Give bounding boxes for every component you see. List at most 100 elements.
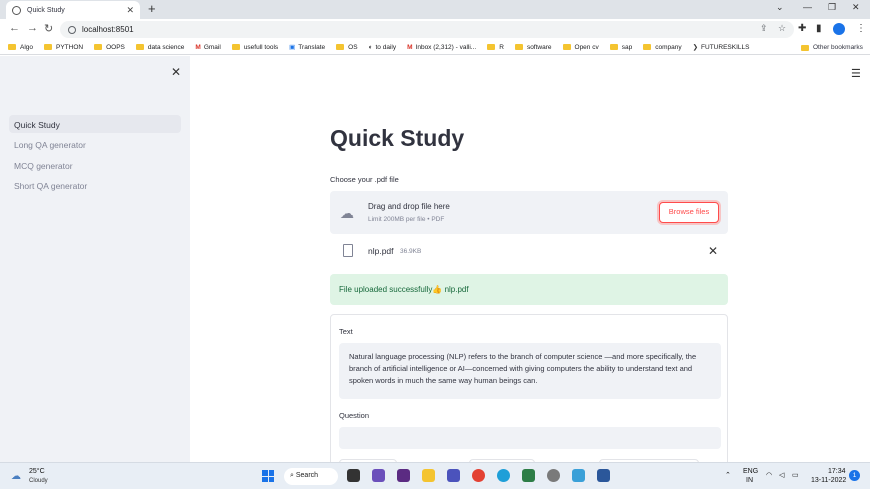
bookmark-item[interactable]: ◐ to daily	[369, 44, 397, 51]
hamburger-menu-icon[interactable]: ☰	[851, 67, 861, 80]
file-icon	[343, 244, 353, 257]
bookmark-item[interactable]: M Inbox (2,312) - valli...	[407, 44, 476, 51]
share-icon[interactable]: ⇪	[760, 23, 768, 34]
teams-icon[interactable]	[447, 469, 460, 482]
browser-tab[interactable]: Quick Study ✕	[6, 1, 140, 19]
tab-title: Quick Study	[27, 6, 65, 14]
clock-time[interactable]: 17:34	[828, 468, 846, 475]
bookmark-item[interactable]: PYTHON	[44, 44, 83, 51]
profile-avatar[interactable]	[833, 23, 845, 35]
menu-dots-icon[interactable]: ⋮	[856, 23, 866, 34]
folder-icon	[487, 44, 496, 50]
chevron-up-icon[interactable]: ⌃	[725, 471, 731, 479]
bookmark-item[interactable]: Open cv	[562, 44, 599, 51]
reload-icon[interactable]: ↻	[44, 22, 53, 35]
browser-titlebar: Quick Study ✕ + ⌄ — ❐ ✕	[0, 0, 870, 19]
bookmark-item[interactable]: ❯ FUTURESKILLS	[693, 43, 750, 52]
clock-date[interactable]: 13-11-2022	[811, 477, 846, 484]
new-tab-button[interactable]: +	[148, 1, 156, 16]
question-label: Question	[339, 411, 370, 420]
bookmark-item[interactable]: ▣ Translate	[289, 43, 325, 52]
remove-file-icon[interactable]: ✕	[708, 244, 718, 258]
sidebar: ✕ Quick Study Long QA generator MCQ gene…	[0, 56, 190, 462]
folder-icon	[801, 44, 809, 51]
maximize-button[interactable]: ❐	[828, 2, 836, 13]
extensions-icon[interactable]: ✚	[798, 23, 806, 34]
bookmark-item[interactable]: OS	[336, 44, 358, 51]
weather-desc[interactable]: Cloudy	[29, 478, 48, 484]
bookmark-item[interactable]: OOPS	[94, 44, 125, 51]
taskbar-search[interactable]: ⌕ Search	[284, 468, 338, 485]
close-tab-icon[interactable]: ✕	[126, 5, 134, 16]
cloud-upload-icon: ☁	[340, 205, 354, 221]
word-icon[interactable]	[597, 469, 610, 482]
app-icon[interactable]	[397, 469, 410, 482]
bookmark-item[interactable]: M Gmail	[195, 44, 220, 51]
bookmark-item[interactable]: data science	[135, 44, 184, 51]
folder-icon	[94, 44, 103, 50]
gmail-icon: M	[195, 43, 201, 51]
bookmark-item[interactable]: usefull tools	[231, 44, 278, 51]
browse-files-button[interactable]: Browse files	[659, 202, 719, 223]
translate-icon: ▣	[289, 44, 296, 51]
forward-icon[interactable]: →	[27, 22, 38, 34]
back-icon[interactable]: ←	[9, 22, 20, 34]
address-bar[interactable]: localhost:8501	[60, 21, 794, 38]
bookmark-item[interactable]: R	[487, 44, 504, 51]
folder-icon	[609, 44, 618, 50]
qa-form: Text Natural language processing (NLP) r…	[330, 314, 728, 474]
text-area[interactable]: Natural language processing (NLP) refers…	[339, 343, 721, 399]
chat-icon[interactable]	[372, 469, 385, 482]
url-text: localhost:8501	[82, 25, 134, 34]
sidebar-item-mcq[interactable]: MCQ generator	[9, 156, 181, 174]
success-alert: File uploaded successfully👍 nlp.pdf	[330, 274, 728, 305]
language-code[interactable]: ENG	[743, 468, 758, 475]
cloud-icon: ☁	[11, 471, 21, 482]
dropzone-limit: Limit 200MB per file • PDF	[368, 216, 445, 223]
other-bookmarks[interactable]: Other bookmarks	[801, 40, 863, 55]
wifi-icon[interactable]: ◠	[766, 471, 772, 479]
battery-icon[interactable]: ▭	[792, 471, 799, 479]
region-code[interactable]: IN	[746, 477, 753, 484]
browser-toolbar: ← → ↻ localhost:8501	[0, 19, 870, 40]
task-view-icon[interactable]	[347, 469, 360, 482]
folder-icon	[514, 44, 523, 50]
file-name: nlp.pdf	[368, 246, 394, 256]
minimize-button[interactable]: —	[803, 2, 812, 12]
taskbar: ☁ 25°C Cloudy ⌕ Search ⌃ ENG IN ◠ ◁ ▭ 17…	[0, 462, 870, 489]
site-info-icon[interactable]	[68, 25, 76, 34]
folder-icon	[643, 44, 652, 50]
edge-icon[interactable]	[497, 469, 510, 482]
sidebar-item-quick-study[interactable]: Quick Study	[9, 115, 181, 133]
bookmark-item[interactable]: company	[643, 44, 682, 51]
todaily-icon: ◐	[368, 43, 373, 51]
close-window-button[interactable]: ✕	[852, 2, 860, 13]
file-size: 36.9KB	[400, 248, 422, 255]
app-icon[interactable]	[522, 469, 535, 482]
windows-start-icon[interactable]	[262, 470, 274, 482]
sidebar-item-short-qa[interactable]: Short QA generator	[9, 176, 181, 194]
close-sidebar-icon[interactable]: ✕	[171, 65, 181, 79]
bookmark-item[interactable]: software	[514, 44, 552, 51]
chrome-icon[interactable]	[472, 469, 485, 482]
bookmark-star-icon[interactable]: ☆	[778, 23, 786, 34]
file-dropzone[interactable]: ☁ Drag and drop file here Limit 200MB pe…	[330, 191, 728, 234]
text-label: Text	[339, 327, 353, 336]
weather-temp[interactable]: 25°C	[29, 468, 45, 475]
folder-icon	[336, 44, 345, 50]
file-explorer-icon[interactable]	[422, 469, 435, 482]
question-input[interactable]	[339, 427, 721, 449]
settings-icon[interactable]	[547, 469, 560, 482]
notification-badge[interactable]: 1	[849, 470, 860, 481]
tab-search-icon[interactable]: ⌄	[776, 2, 784, 13]
side-panel-icon[interactable]: ▮	[816, 23, 822, 34]
volume-icon[interactable]: ◁	[779, 471, 784, 479]
bookmark-item[interactable]: sap	[609, 44, 632, 51]
sidebar-item-long-qa[interactable]: Long QA generator	[9, 135, 181, 153]
dropzone-title: Drag and drop file here	[368, 202, 450, 211]
bookmarks-bar: Algo PYTHON OOPS data science M Gmail use…	[0, 40, 870, 55]
folder-icon	[231, 44, 240, 50]
bookmark-item[interactable]: Algo	[8, 44, 33, 51]
folder-icon	[562, 44, 571, 50]
app-icon[interactable]	[572, 469, 585, 482]
